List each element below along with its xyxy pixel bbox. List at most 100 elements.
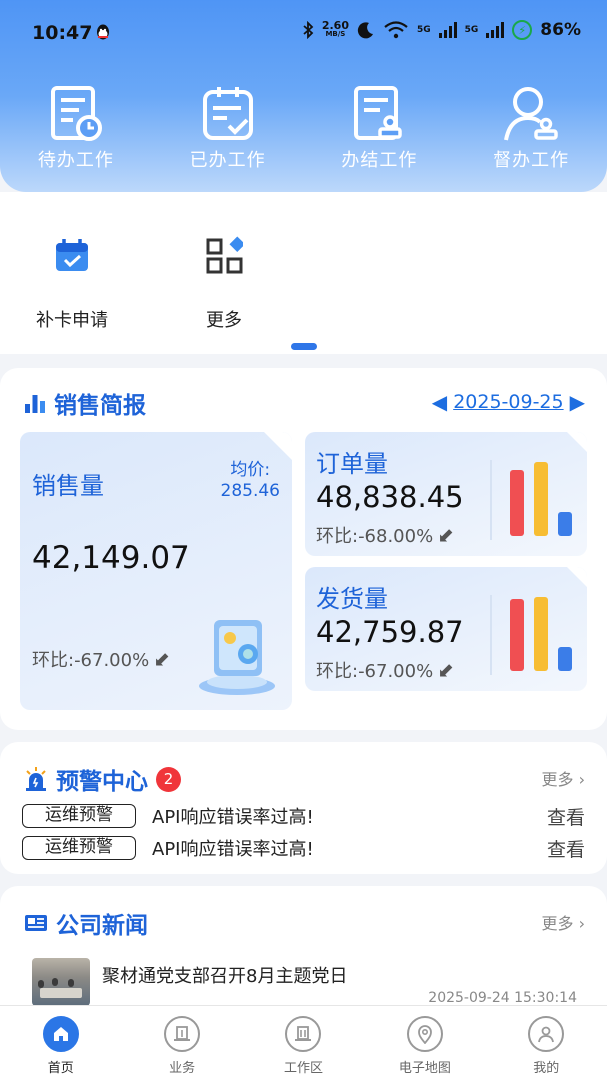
sales-brief-header: 销售简报 [24, 386, 146, 420]
net-speed-value: 2.60 [321, 19, 349, 32]
quick-action-label: 待办工作 [37, 150, 114, 171]
orders-tile[interactable]: 订单量 48,838.45 环比:-68.00% ⬋ [305, 432, 587, 556]
thumb-table [40, 988, 82, 998]
shipments-ratio-text: 环比:-67.00% [316, 661, 434, 682]
sales-volume-tile[interactable]: 销售量 均价: 285.46 42,149.07 环比:-67.00% ⬋ [20, 432, 292, 710]
quick-action-todo[interactable]: 待办工作 [0, 84, 152, 172]
thumb-person [38, 980, 44, 988]
sales-ratio: 环比:-67.00% ⬋ [32, 646, 170, 672]
prev-date-icon[interactable]: ◀ [432, 390, 447, 414]
signal-label-2: 5G [464, 25, 479, 35]
shipments-mini-bar-chart [490, 595, 572, 675]
signal-icon [438, 22, 457, 38]
concluded-stamp-icon [354, 86, 403, 140]
company-news-header: 公司新闻 [24, 906, 148, 940]
news-thumbnail [32, 958, 90, 1006]
tab-map[interactable]: 电子地图 [364, 1006, 485, 1080]
bluetooth-icon [303, 21, 314, 39]
down-arrow-icon: ⬋ [437, 658, 454, 682]
shipments-label: 发货量 [316, 585, 388, 613]
alert-center-title: 预警中心 [56, 769, 148, 795]
shortcut-panel: 补卡申请 更多 [0, 192, 607, 354]
workspace-icon [285, 1016, 322, 1052]
orders-label: 订单量 [316, 450, 388, 478]
alert-more-label: 更多 [541, 770, 574, 789]
todo-doc-icon [50, 86, 102, 141]
grid-more-icon [206, 236, 243, 274]
profile-icon [528, 1016, 565, 1052]
done-clipboard-icon [202, 87, 253, 140]
thumb-person [68, 979, 74, 987]
next-date-icon[interactable]: ▶ [570, 390, 585, 414]
tab-label: 工作区 [283, 1061, 323, 1076]
down-arrow-icon: ⬋ [437, 523, 454, 547]
bottom-tab-bar: 首页 业务 工作区 电子地图 我的 [0, 1005, 607, 1080]
signal-icon-2 [486, 22, 505, 38]
alert-count-badge: 2 [156, 766, 181, 792]
quick-action-concluded[interactable]: 办结工作 [304, 84, 456, 172]
calendar-check-icon [56, 239, 88, 271]
sales-ratio-text: 环比:-67.00% [32, 650, 150, 671]
chevron-right-icon: › [578, 770, 585, 789]
bar-chart-icon [25, 395, 45, 413]
avg-price-label: 均价: [230, 460, 271, 480]
shipments-value: 42,759.87 [316, 615, 464, 649]
alert-more-link[interactable]: 更多 › [541, 766, 585, 790]
mini-bar-blue [558, 512, 572, 536]
tile-corner [264, 432, 292, 460]
quick-action-label: 督办工作 [493, 150, 570, 171]
alert-view-button[interactable]: 查看 [547, 835, 585, 862]
shipments-tile[interactable]: 发货量 42,759.87 环比:-67.00% ⬋ [305, 567, 587, 691]
alert-view-button[interactable]: 查看 [547, 803, 585, 830]
quick-actions: 待办工作 已办工作 办结工作 督办工作 [0, 84, 607, 172]
shortcut-label: 更多 [206, 310, 242, 331]
orders-mini-bar-chart [490, 460, 572, 540]
quick-action-done[interactable]: 已办工作 [152, 84, 304, 172]
mini-bar-yellow [534, 597, 548, 671]
news-title: 聚材通党支部召开8月主题党日 [102, 966, 348, 987]
orders-ratio: 环比:-68.00% ⬋ [316, 522, 454, 548]
tab-home[interactable]: 首页 [0, 1006, 121, 1080]
alert-tag: 运维预警 [22, 804, 136, 828]
date-picker[interactable]: 2025-09-25 [453, 391, 563, 413]
sales-volume-label: 销售量 [32, 472, 104, 500]
tab-label: 我的 [533, 1061, 560, 1076]
tab-label: 首页 [47, 1061, 74, 1076]
tile-corner [567, 432, 587, 452]
avg-price-value: 285.46 [220, 481, 280, 501]
net-speed-unit: MB/S [325, 30, 346, 38]
battery-percent: 86% [540, 20, 581, 40]
quick-action-label: 办结工作 [341, 150, 418, 171]
quick-action-supervise[interactable]: 督办工作 [455, 84, 607, 172]
news-more-link[interactable]: 更多 › [541, 910, 585, 934]
mini-bar-red [510, 599, 524, 671]
news-more-label: 更多 [541, 914, 574, 933]
battery-icon: ⚡ [512, 20, 533, 40]
business-icon [164, 1016, 201, 1052]
status-icons: 2.60 MB/S 5G 5G ⚡ 86% [302, 20, 581, 40]
header: 10:47 2.60 MB/S 5G 5G ⚡ 86% 待办工作 已办工作 办结… [0, 0, 607, 192]
map-pin-icon [406, 1016, 443, 1052]
mini-bar-blue [558, 647, 572, 671]
tab-profile[interactable]: 我的 [486, 1006, 607, 1080]
shortcut-more[interactable]: 更多 [174, 236, 274, 332]
shortcut-label: 补卡申请 [36, 310, 108, 331]
home-icon [42, 1016, 79, 1052]
date-navigator: ◀ 2025-09-25 ▶ [432, 390, 585, 414]
avg-price: 均价: 285.46 [221, 460, 280, 502]
tab-business[interactable]: 业务 [121, 1006, 242, 1080]
alert-message: API响应错误率过高! [152, 839, 314, 860]
moon-icon [357, 22, 373, 39]
newspaper-icon [25, 915, 47, 931]
alert-item[interactable]: 运维预警 API响应错误率过高! 查看 [22, 835, 587, 861]
qq-icon [97, 24, 109, 40]
shortcut-clock-in-request[interactable]: 补卡申请 [22, 236, 122, 332]
alert-item[interactable]: 运维预警 API响应错误率过高! 查看 [22, 803, 587, 829]
tab-workspace[interactable]: 工作区 [243, 1006, 364, 1080]
orders-ratio-text: 环比:-68.00% [316, 526, 434, 547]
orders-value: 48,838.45 [316, 480, 464, 514]
chevron-right-icon: › [578, 914, 585, 933]
mini-bar-red [510, 470, 524, 536]
net-speed: 2.60 MB/S [321, 19, 349, 39]
mini-bar-yellow [534, 462, 548, 536]
